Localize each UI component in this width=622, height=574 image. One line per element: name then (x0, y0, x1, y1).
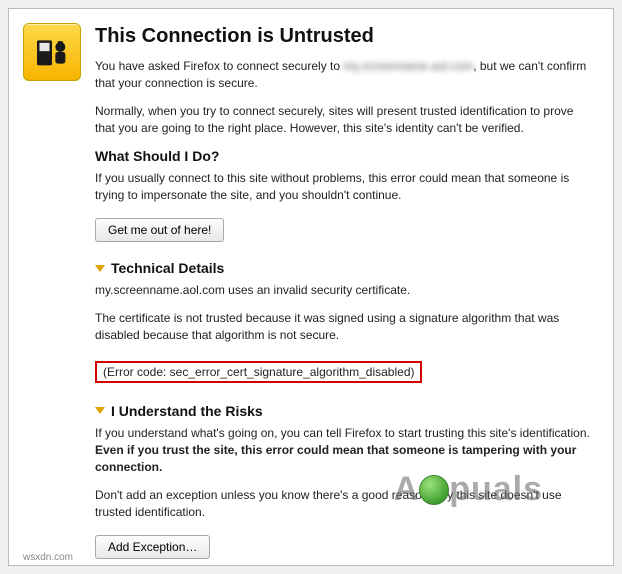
body-column: This Connection is Untrusted You have as… (95, 23, 593, 563)
risks-text-a: If you understand what's going on, you c… (95, 426, 590, 440)
page-title: This Connection is Untrusted (95, 25, 593, 48)
normally-paragraph: Normally, when you try to connect secure… (95, 103, 593, 138)
source-url-watermark: wsxdn.com (23, 552, 73, 563)
risks-paragraph-2: Don't add an exception unless you know t… (95, 487, 593, 522)
risks-paragraph-1: If you understand what's going on, you c… (95, 425, 593, 477)
understand-risks-label: I Understand the Risks (111, 403, 263, 419)
get-me-out-button[interactable]: Get me out of here! (95, 218, 224, 242)
warning-icon-wrap (23, 23, 81, 81)
error-code-highlight: (Error code: sec_error_cert_signature_al… (95, 361, 422, 383)
tech-para-2: The certificate is not trusted because i… (95, 310, 593, 345)
technical-details-label: Technical Details (111, 260, 224, 276)
intro-text-a: You have asked Firefox to connect secure… (95, 59, 343, 73)
add-exception-button[interactable]: Add Exception… (95, 535, 210, 559)
risks-text-b-strong: Even if you trust the site, this error c… (95, 443, 576, 474)
passport-officer-icon (32, 32, 72, 72)
what-should-i-do-heading: What Should I Do? (95, 148, 593, 164)
chevron-down-icon (95, 265, 105, 272)
tech-para-1: my.screenname.aol.com uses an invalid se… (95, 282, 593, 299)
understand-risks-toggle[interactable]: I Understand the Risks (95, 403, 593, 419)
intro-paragraph: You have asked Firefox to connect secure… (95, 58, 593, 93)
police-warning-icon (23, 23, 81, 81)
intro-site-blurred: my.screenname.aol.com (343, 59, 473, 73)
content-row: This Connection is Untrusted You have as… (23, 23, 593, 563)
technical-details-toggle[interactable]: Technical Details (95, 260, 593, 276)
chevron-down-icon (95, 407, 105, 414)
what-paragraph: If you usually connect to this site with… (95, 170, 593, 205)
untrusted-connection-panel: This Connection is Untrusted You have as… (8, 8, 614, 566)
